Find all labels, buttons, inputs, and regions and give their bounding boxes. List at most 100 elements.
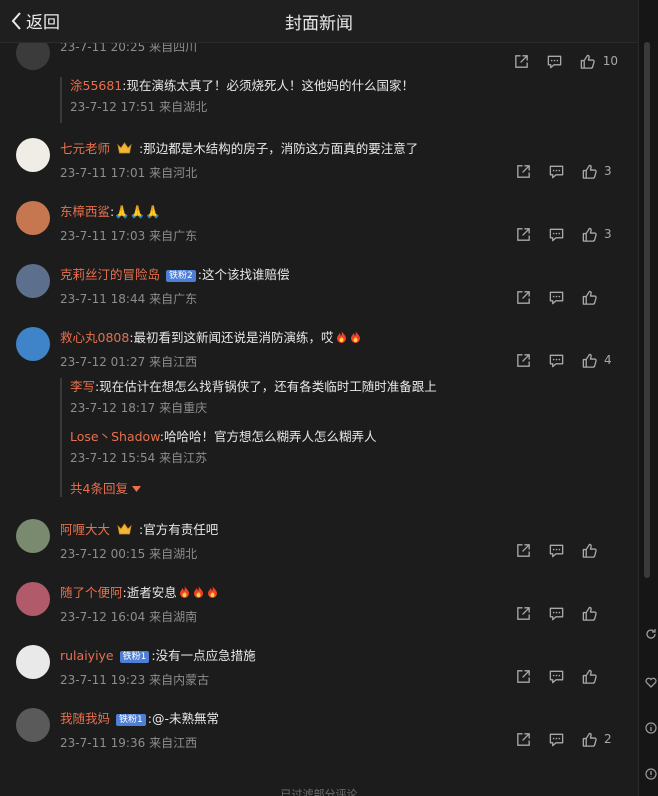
chevron-down-icon <box>131 486 141 492</box>
like-icon[interactable] <box>580 288 598 306</box>
avatar[interactable] <box>16 582 50 616</box>
avatar[interactable] <box>16 645 50 679</box>
comment-text: :最初看到这新闻还说是消防演练，哎 <box>129 330 334 345</box>
reply-icon[interactable] <box>547 667 565 685</box>
share-icon[interactable] <box>513 52 531 70</box>
comment-username[interactable]: 东樟西鲨 <box>60 204 110 219</box>
reply-item: 涂55681:现在演练太真了！必须烧死人！这他妈的什么国家！ 23-7-12 1… <box>70 77 630 115</box>
reply-location: 来自江苏 <box>159 451 208 465</box>
reply-time: 23-7-12 17:51 <box>70 100 156 114</box>
fan-badge: 铁粉1 <box>119 651 150 663</box>
share-icon[interactable] <box>514 288 532 306</box>
comment-text: :这个该找谁赔偿 <box>197 267 290 282</box>
reply-icon[interactable] <box>547 604 565 622</box>
comment-username[interactable]: rulaiyiye <box>60 648 114 663</box>
comment-location: 来自江西 <box>149 736 198 750</box>
share-icon[interactable] <box>514 541 532 559</box>
comment-text: :逝者安息 <box>122 585 177 600</box>
comment-time: 23-7-11 17:03 <box>60 229 146 243</box>
reply-time: 23-7-12 15:54 <box>70 451 156 465</box>
comment-username[interactable]: 救心丸0808 <box>60 330 129 345</box>
comment-time: 23-7-11 19:23 <box>60 673 146 687</box>
comment-text: :🙏🙏🙏 <box>110 204 161 219</box>
comment-location: 来自河北 <box>149 166 198 180</box>
reply-username[interactable]: Lose丶Shadow <box>70 429 160 444</box>
like-icon[interactable] <box>580 604 598 622</box>
reply-icon[interactable] <box>547 225 565 243</box>
reply-icon[interactable] <box>547 288 565 306</box>
avatar[interactable] <box>16 708 50 742</box>
like-icon[interactable] <box>579 52 597 70</box>
comment-text: :@-未熟無常 <box>147 711 219 726</box>
heart-icon[interactable] <box>645 676 657 688</box>
avatar[interactable] <box>16 264 50 298</box>
comment-username[interactable]: 阿喱大大 <box>60 522 110 537</box>
share-icon[interactable] <box>514 730 532 748</box>
comment-username[interactable]: 我随我妈 <box>60 711 110 726</box>
share-icon[interactable] <box>514 225 532 243</box>
fire-icon <box>335 330 348 344</box>
comment-time: 23-7-11 19:36 <box>60 736 146 750</box>
reply-location: 来自湖北 <box>159 100 208 114</box>
fire-icon <box>206 585 219 599</box>
filtered-comments-note: 已过滤部分评论 <box>280 788 358 796</box>
reply-icon[interactable] <box>546 52 564 70</box>
reply-location: 来自重庆 <box>159 401 208 415</box>
comment-username[interactable]: 克莉丝汀的冒险岛 <box>60 267 160 282</box>
like-count: 4 <box>604 353 612 367</box>
share-icon[interactable] <box>514 162 532 180</box>
reply-icon[interactable] <box>547 730 565 748</box>
avatar[interactable] <box>16 519 50 553</box>
comment-username[interactable]: 随了个便阿 <box>60 585 123 600</box>
reply-username[interactable]: 涂55681 <box>70 78 122 93</box>
comment-feed: 23-7-11 20:25 来自四川 10 涂55681:现在演练太真了！必须烧… <box>0 0 638 796</box>
like-count: 10 <box>602 54 618 68</box>
like-count: 3 <box>604 164 612 178</box>
comment-time: 23-7-12 00:15 <box>60 547 146 561</box>
like-icon[interactable] <box>580 225 598 243</box>
scrollbar-thumb[interactable] <box>644 42 650 578</box>
comment-location: 来自广东 <box>149 229 198 243</box>
like-icon[interactable] <box>580 730 598 748</box>
like-count: 2 <box>604 732 612 746</box>
reply-text: :现在估计在想怎么找背锅侠了，还有各类临时工随时准备跟上 <box>95 379 437 394</box>
page-title: 封面新闻 <box>285 14 353 34</box>
avatar[interactable] <box>16 201 50 235</box>
reply-icon[interactable] <box>547 162 565 180</box>
reply-icon[interactable] <box>547 351 565 369</box>
alert-icon[interactable] <box>645 768 657 780</box>
comment-time: 23-7-12 16:04 <box>60 610 146 624</box>
reply-text: :现在演练太真了！必须烧死人！这他妈的什么国家！ <box>122 78 414 93</box>
comment-time: 23-7-11 17:01 <box>60 166 146 180</box>
like-icon[interactable] <box>580 667 598 685</box>
info-icon[interactable] <box>645 722 657 734</box>
reply-thread: 李写:现在估计在想怎么找背锅侠了，还有各类临时工随时准备跟上 23-7-12 1… <box>60 378 630 497</box>
reply-thread: 涂55681:现在演练太真了！必须烧死人！这他妈的什么国家！ 23-7-12 1… <box>60 77 630 123</box>
like-icon[interactable] <box>580 162 598 180</box>
comment-text: :那边都是木结构的房子，消防这方面真的要注意了 <box>138 141 419 156</box>
comment-time: 23-7-11 18:44 <box>60 292 146 306</box>
share-icon[interactable] <box>514 604 532 622</box>
like-count: 3 <box>604 227 612 241</box>
avatar[interactable] <box>16 327 50 361</box>
comment-text: :官方有责任吧 <box>138 522 219 537</box>
comment-location: 来自内蒙古 <box>149 673 210 687</box>
crown-icon <box>117 523 132 535</box>
comment-location: 来自湖北 <box>149 547 198 561</box>
more-replies-link[interactable]: 共4条回复 <box>70 478 630 497</box>
like-icon[interactable] <box>580 351 598 369</box>
share-icon[interactable] <box>514 351 532 369</box>
reply-username[interactable]: 李写 <box>70 379 95 394</box>
comment-location: 来自湖南 <box>149 610 198 624</box>
comment-time: 23-7-12 01:27 <box>60 355 146 369</box>
comment-username[interactable]: 七元老师 <box>60 141 110 156</box>
refresh-icon[interactable] <box>645 628 657 640</box>
reply-icon[interactable] <box>547 541 565 559</box>
share-icon[interactable] <box>514 667 532 685</box>
more-replies-label: 共4条回复 <box>70 481 128 496</box>
reply-item: 李写:现在估计在想怎么找背锅侠了，还有各类临时工随时准备跟上 23-7-12 1… <box>70 378 630 416</box>
like-icon[interactable] <box>580 541 598 559</box>
fan-badge: 铁粉2 <box>166 270 196 282</box>
avatar[interactable] <box>16 138 50 172</box>
fire-icon <box>192 585 205 599</box>
